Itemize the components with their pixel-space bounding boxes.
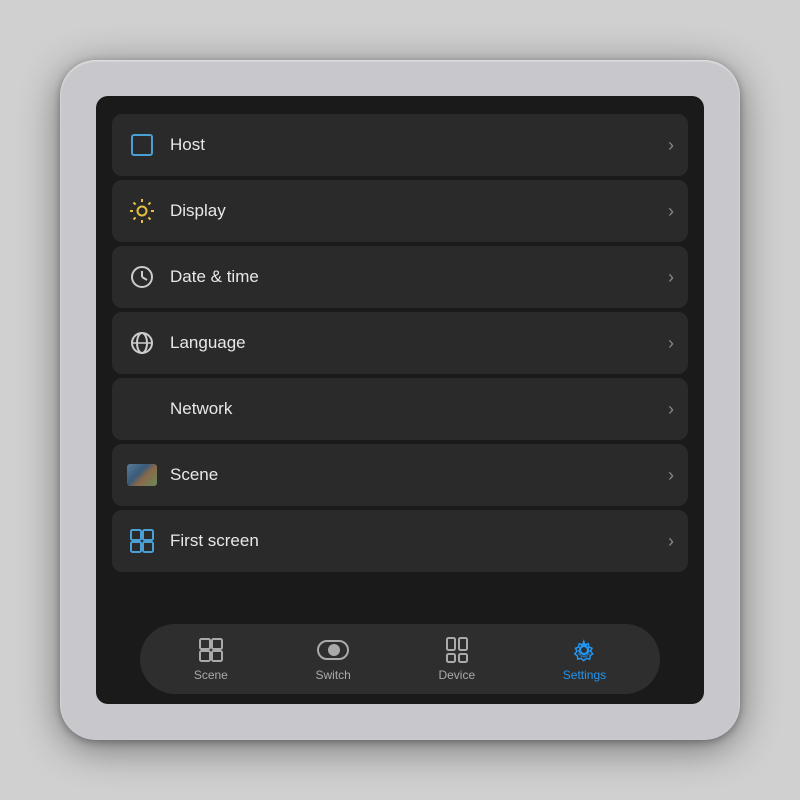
menu-item-scene[interactable]: Scene › xyxy=(112,444,688,506)
settings-nav-icon xyxy=(570,636,598,664)
network-label: Network xyxy=(170,399,660,419)
language-arrow: › xyxy=(668,333,674,354)
device-screen: Host › xyxy=(96,96,704,704)
menu-item-display[interactable]: Display › xyxy=(112,180,688,242)
menu-item-firstscreen[interactable]: First screen › xyxy=(112,510,688,572)
host-arrow: › xyxy=(668,135,674,156)
datetime-icon xyxy=(126,261,158,293)
nav-item-settings[interactable]: Settings xyxy=(547,630,622,688)
network-icon xyxy=(126,393,158,425)
menu-item-datetime[interactable]: Date & time › xyxy=(112,246,688,308)
firstscreen-arrow: › xyxy=(668,531,674,552)
switch-nav-icon xyxy=(319,636,347,664)
device-nav-label: Device xyxy=(438,668,475,682)
firstscreen-label: First screen xyxy=(170,531,660,551)
language-label: Language xyxy=(170,333,660,353)
nav-item-scene[interactable]: Scene xyxy=(178,630,244,688)
device-nav-icon xyxy=(443,636,471,664)
firstscreen-icon xyxy=(126,525,158,557)
nav-item-device[interactable]: Device xyxy=(422,630,491,688)
datetime-label: Date & time xyxy=(170,267,660,287)
menu-item-network[interactable]: Network › xyxy=(112,378,688,440)
menu-item-host[interactable]: Host › xyxy=(112,114,688,176)
scene-nav-icon xyxy=(197,636,225,664)
host-label: Host xyxy=(170,135,660,155)
scene-arrow: › xyxy=(668,465,674,486)
scene-nav-label: Scene xyxy=(194,668,228,682)
menu-area: Host › xyxy=(96,96,704,614)
device-outer: Host › xyxy=(60,60,740,740)
display-arrow: › xyxy=(668,201,674,222)
language-icon xyxy=(126,327,158,359)
network-arrow: › xyxy=(668,399,674,420)
nav-pill: Scene Switch xyxy=(140,624,660,694)
nav-item-switch[interactable]: Switch xyxy=(299,630,366,688)
menu-item-language[interactable]: Language › xyxy=(112,312,688,374)
host-icon xyxy=(126,129,158,161)
settings-nav-label: Settings xyxy=(563,668,606,682)
datetime-arrow: › xyxy=(668,267,674,288)
switch-nav-label: Switch xyxy=(315,668,350,682)
bottom-nav: Scene Switch xyxy=(96,614,704,704)
scene-icon xyxy=(126,459,158,491)
display-label: Display xyxy=(170,201,660,221)
display-icon xyxy=(126,195,158,227)
scene-label: Scene xyxy=(170,465,660,485)
